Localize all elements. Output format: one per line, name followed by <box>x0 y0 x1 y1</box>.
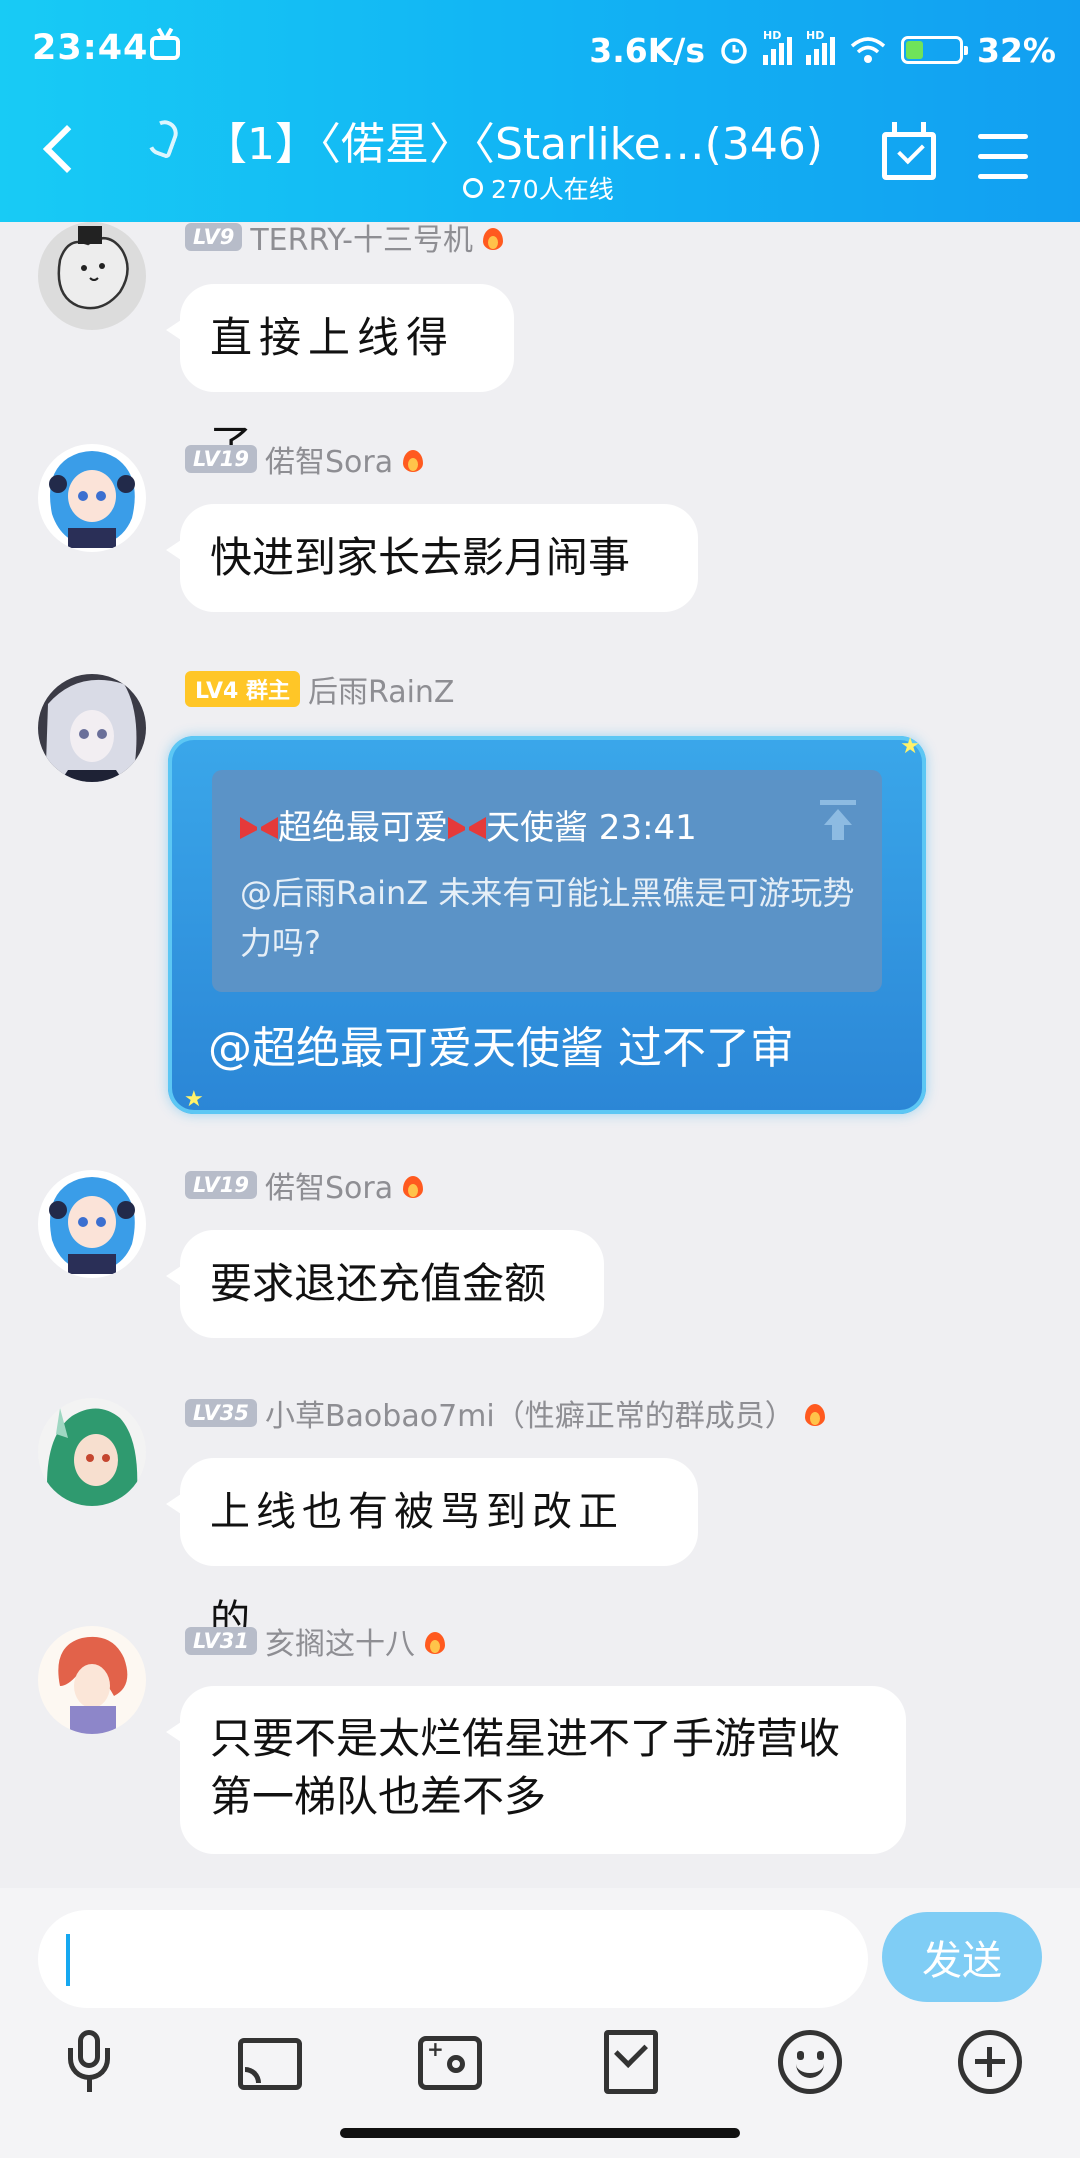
sender-line: LV35 小草Baobao7mi（性癖正常的群成员） <box>185 1391 827 1435</box>
message-list[interactable]: LV9 TERRY-十三号机 直接上线得了 LV19 偌智Sora 快进到家长去… <box>0 222 1080 1888</box>
star-icon: ★ <box>184 1087 204 1112</box>
level-badge: LV19 <box>185 1171 257 1199</box>
message-bubble[interactable]: 要求退还充值金额 <box>166 1230 604 1338</box>
navigation-bar <box>0 2118 1080 2158</box>
alarm-icon <box>721 38 747 64</box>
network-speed: 3.6K/s <box>589 30 705 70</box>
bow-icon <box>240 815 278 843</box>
message-bubble[interactable]: 上线也有被骂到改正的 <box>166 1458 698 1643</box>
sender-line: LV9 TERRY-十三号机 <box>185 222 505 259</box>
signal-icon: HD <box>806 29 835 65</box>
level-badge: LV9 <box>185 223 243 251</box>
level-badge: LV4 群主 <box>185 671 301 707</box>
send-button[interactable]: 发送 <box>882 1912 1042 2002</box>
tv-app-icon <box>150 36 180 60</box>
fire-icon <box>423 1626 447 1656</box>
fire-icon <box>401 1170 425 1200</box>
calendar-check-icon[interactable] <box>882 122 936 180</box>
quote-text: @后雨RainZ 未来有可能让黑礁是可游玩势力吗? <box>240 874 855 962</box>
sender-name[interactable]: 后雨RainZ <box>308 667 454 711</box>
menu-icon[interactable] <box>978 134 1028 179</box>
quoted-message[interactable]: 超绝最可爱 天使酱 23:41 @后雨RainZ 未来有可能让黑礁是可游玩势力吗? <box>212 770 882 992</box>
clock: 23:44 <box>32 28 149 68</box>
quote-sender: 超绝最可爱 <box>278 808 448 848</box>
sender-line: LV31 亥搁这十八 <box>185 1619 447 1663</box>
composer: 发送 <box>0 1888 1080 2018</box>
avatar[interactable] <box>38 674 146 782</box>
sender-line: LV19 偌智Sora <box>185 1163 425 1207</box>
avatar[interactable] <box>38 444 146 552</box>
chat-header: 23:44 3.6K/s HD HD 32% 【1】〈偌星〉〈Starlike…… <box>0 0 1080 222</box>
level-badge: LV31 <box>185 1627 257 1655</box>
reply-message-bubble[interactable]: ★ ★ 超绝最可爱 天使酱 23:41 @后雨RainZ 未来有可能让黑礁是可游玩… <box>168 734 926 1114</box>
battery-percent: 32% <box>977 30 1056 70</box>
home-indicator[interactable] <box>340 2128 740 2138</box>
avatar[interactable] <box>38 1626 146 1734</box>
owner-role-badge: 群主 <box>246 679 291 704</box>
online-count-label: 270人在线 <box>491 175 614 204</box>
sender-name[interactable]: 偌智Sora <box>265 437 393 481</box>
sender-name[interactable]: 亥搁这十八 <box>265 1619 415 1663</box>
battery-icon <box>901 36 968 64</box>
reply-text: @超绝最可爱天使酱 过不了审 <box>208 1023 794 1074</box>
star-icon: ★ <box>900 734 920 759</box>
signal-icon: HD <box>763 29 792 65</box>
screen-share-icon[interactable] <box>238 2038 302 2090</box>
input-toolbar <box>0 2018 1080 2118</box>
red-packet-icon[interactable] <box>604 2030 658 2094</box>
sender-line: LV4 群主 后雨RainZ <box>185 667 455 711</box>
avatar[interactable] <box>38 1398 146 1506</box>
level-badge: LV35 <box>185 1399 257 1427</box>
earpiece-icon[interactable] <box>144 116 182 160</box>
online-count[interactable]: 270人在线 <box>463 170 614 206</box>
status-icons: 3.6K/s HD HD 32% <box>589 28 1056 72</box>
avatar[interactable] <box>38 222 146 330</box>
photo-icon[interactable] <box>418 2036 482 2090</box>
fire-icon <box>401 444 425 474</box>
fire-icon <box>481 222 505 252</box>
avatar[interactable] <box>38 1170 146 1278</box>
sender-name[interactable]: TERRY-十三号机 <box>250 222 473 259</box>
emoji-icon[interactable] <box>778 2030 842 2094</box>
plus-icon[interactable] <box>958 2030 1022 2094</box>
fire-icon <box>803 1398 827 1428</box>
mic-icon[interactable] <box>58 2030 122 2094</box>
message-input[interactable] <box>38 1910 868 2008</box>
wifi-icon <box>850 37 886 63</box>
sender-name[interactable]: 小草Baobao7mi（性癖正常的群成员） <box>265 1391 795 1435</box>
message-bubble[interactable]: 只要不是太烂偌星进不了手游营收第一梯队也差不多 <box>166 1686 906 1854</box>
text-caret <box>66 1934 70 1986</box>
quote-sender-suffix: 天使酱 23:41 <box>486 808 697 848</box>
message-bubble[interactable]: 直接上线得了 <box>166 284 514 470</box>
status-bar: 23:44 3.6K/s HD HD 32% <box>0 0 1080 100</box>
level-badge: LV19 <box>185 445 257 473</box>
online-check-icon <box>463 178 483 198</box>
back-icon[interactable] <box>42 124 92 174</box>
sender-name[interactable]: 偌智Sora <box>265 1163 393 1207</box>
bow-icon <box>448 815 486 843</box>
group-title[interactable]: 【1】〈偌星〉〈Starlike…(346) <box>203 108 823 172</box>
sender-line: LV19 偌智Sora <box>185 437 425 481</box>
quote-header: 超绝最可爱 天使酱 23:41 <box>240 800 697 849</box>
message-bubble[interactable]: 快进到家长去影月闹事 <box>166 504 698 612</box>
